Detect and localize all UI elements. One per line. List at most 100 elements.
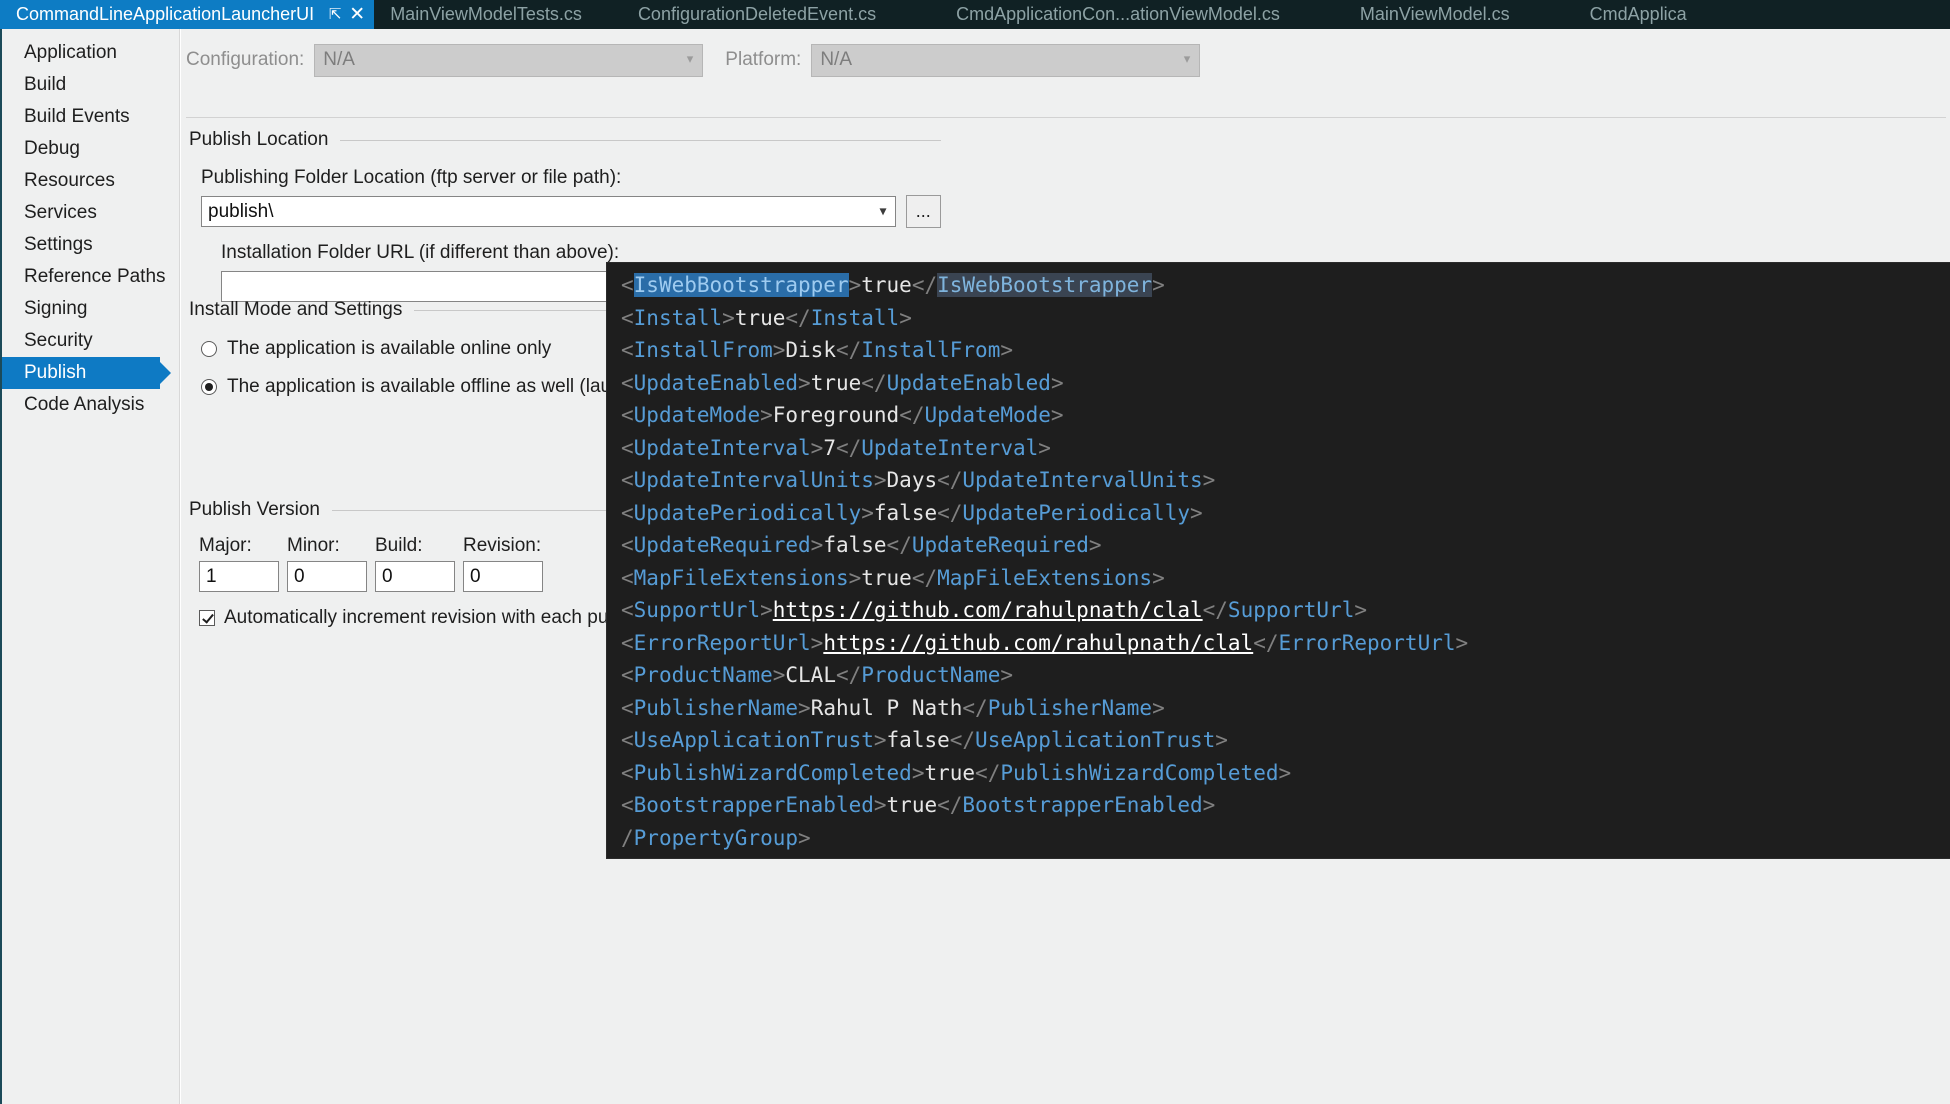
xml-line: <ProductName>CLAL</ProductName> xyxy=(621,663,1013,687)
configuration-select[interactable]: N/A ▾ xyxy=(314,43,704,77)
sidebar-item-label: Code Analysis xyxy=(24,394,145,415)
version-revision-label: Revision: xyxy=(463,535,542,556)
xml-line: <UpdateInterval>7</UpdateInterval> xyxy=(621,435,1051,460)
xml-line: <InstallFrom>Disk</InstallFrom> xyxy=(621,338,1013,362)
version-field-revision: Revision: 0 xyxy=(463,535,543,592)
installation-url-label: Installation Folder URL (if different th… xyxy=(221,242,620,263)
support-url-link[interactable]: https://github.com/rahulpnath/clal xyxy=(773,598,1203,622)
version-build-label: Build: xyxy=(375,535,423,556)
section-divider xyxy=(186,117,1946,118)
sidebar-item-label: Publish xyxy=(24,362,87,383)
publish-location-title: Publish Location xyxy=(189,129,329,150)
configuration-value: N/A xyxy=(323,49,355,70)
version-revision-value: 0 xyxy=(470,565,481,587)
sidebar-item-label: Signing xyxy=(24,298,88,319)
sidebar-item-label: Build xyxy=(24,74,67,95)
version-field-major: Major: 1 xyxy=(199,535,279,592)
properties-sidebar: Application Build Build Events Debug Res… xyxy=(0,29,180,1104)
editor-tab-strip: CommandLineApplicationLauncherUI ⇱ ✕ Mai… xyxy=(0,0,1950,29)
chevron-down-icon: ▾ xyxy=(1183,51,1191,67)
sidebar-item-application[interactable]: Application xyxy=(2,37,179,69)
tab-label: MainViewModelTests.cs xyxy=(390,4,582,24)
sidebar-item-signing[interactable]: Signing xyxy=(2,293,179,325)
sidebar-item-reference-paths[interactable]: Reference Paths xyxy=(2,261,179,293)
publish-location-header: Publish Location xyxy=(189,129,941,151)
xml-preview-overlay[interactable]: <IsWebBootstrapper>true</IsWebBootstrapp… xyxy=(607,263,1950,858)
sidebar-item-services[interactable]: Services xyxy=(2,197,179,229)
configuration-platform-row: Configuration: N/A ▾ Platform: N/A ▾ xyxy=(181,29,1950,91)
sidebar-item-build-events[interactable]: Build Events xyxy=(2,101,179,133)
tab-label: ConfigurationDeletedEvent.cs xyxy=(637,4,877,24)
tab-cmd-application-overflow[interactable]: CmdApplica xyxy=(1550,0,1703,29)
xml-line: <UpdatePeriodically>false</UpdatePeriodi… xyxy=(621,500,1203,525)
sidebar-item-resources[interactable]: Resources xyxy=(2,165,179,197)
publishing-folder-label: Publishing Folder Location (ftp server o… xyxy=(201,167,622,188)
checkbox-icon-checked xyxy=(199,610,215,626)
sidebar-item-label: Build Events xyxy=(24,106,130,127)
radio-online-only-label: The application is available online only xyxy=(227,338,552,359)
tab-main-view-model[interactable]: MainViewModel.cs xyxy=(1320,0,1550,29)
xml-line: <PublisherName>Rahul P Nath</PublisherNa… xyxy=(621,695,1165,720)
version-major-input[interactable]: 1 xyxy=(199,561,279,592)
sidebar-item-publish[interactable]: Publish xyxy=(2,357,171,389)
sidebar-item-label: Reference Paths xyxy=(24,266,166,287)
version-minor-value: 0 xyxy=(294,565,305,587)
auto-increment-revision-label: Automatically increment revision with ea… xyxy=(224,607,648,628)
sidebar-item-settings[interactable]: Settings xyxy=(2,229,179,261)
xml-line: /PropertyGroup> xyxy=(621,825,811,850)
chevron-down-icon[interactable]: ▾ xyxy=(880,202,887,219)
sidebar-item-label: Resources xyxy=(24,170,115,191)
tab-command-line-application-launcher-ui[interactable]: CommandLineApplicationLauncherUI ⇱ ✕ xyxy=(0,0,375,29)
xml-line: <UpdateIntervalUnits>Days</UpdateInterva… xyxy=(621,468,1216,492)
xml-line: <UpdateEnabled>true</UpdateEnabled> xyxy=(621,370,1064,395)
xml-line: <Install>true</Install> xyxy=(621,305,912,330)
publishing-folder-field: Publishing Folder Location (ftp server o… xyxy=(201,167,941,228)
sidebar-item-security[interactable]: Security xyxy=(2,325,179,357)
sidebar-item-build[interactable]: Build xyxy=(2,69,179,101)
group-rule xyxy=(340,139,941,141)
xml-line: <UpdateRequired>false</UpdateRequired> xyxy=(621,533,1102,557)
sidebar-item-label: Services xyxy=(24,202,97,223)
version-field-build: Build: 0 xyxy=(375,535,455,592)
xml-line: <MapFileExtensions>true</MapFileExtensio… xyxy=(621,565,1165,590)
xml-line: <PublishWizardCompleted>true</PublishWiz… xyxy=(621,760,1292,785)
version-build-value: 0 xyxy=(382,565,393,587)
platform-value: N/A xyxy=(820,49,853,70)
platform-select[interactable]: N/A ▾ xyxy=(811,43,1201,77)
xml-line: <IsWebBootstrapper>true</IsWebBootstrapp… xyxy=(621,273,1165,297)
sidebar-item-debug[interactable]: Debug xyxy=(2,133,179,165)
sidebar-item-code-analysis[interactable]: Code Analysis xyxy=(2,389,179,421)
xml-line: <UseApplicationTrust>false</UseApplicati… xyxy=(621,728,1228,752)
sidebar-item-label: Application xyxy=(24,42,117,63)
version-field-minor: Minor: 0 xyxy=(287,535,367,592)
error-report-url-link[interactable]: https://github.com/rahulpnath/clal xyxy=(823,631,1253,655)
publishing-folder-value: publish\ xyxy=(208,200,274,222)
version-minor-label: Minor: xyxy=(287,535,340,556)
publishing-folder-input[interactable]: publish\ ▾ xyxy=(201,196,896,227)
publish-version-title: Publish Version xyxy=(189,499,320,520)
tab-cmd-application-configuration-view-model[interactable]: CmdApplicationCon...ationViewModel.cs xyxy=(916,0,1320,29)
tab-main-view-model-tests[interactable]: MainViewModelTests.cs xyxy=(374,0,598,29)
version-major-label: Major: xyxy=(199,535,252,556)
tab-label: CmdApplicationCon...ationViewModel.cs xyxy=(956,4,1280,24)
xml-line: <UpdateMode>Foreground</UpdateMode> xyxy=(621,403,1064,427)
version-build-input[interactable]: 0 xyxy=(375,561,455,592)
sidebar-item-label: Settings xyxy=(24,234,93,255)
tab-configuration-deleted-event[interactable]: ConfigurationDeletedEvent.cs xyxy=(598,0,916,29)
xml-line: <BootstrapperEnabled>true</BootstrapperE… xyxy=(621,793,1216,817)
publishing-folder-browse-button[interactable]: ... xyxy=(905,195,941,228)
pin-icon[interactable]: ⇱ xyxy=(324,0,346,29)
tab-label: CommandLineApplicationLauncherUI xyxy=(16,4,315,24)
tab-label: CmdApplica xyxy=(1589,4,1687,24)
sidebar-item-label: Security xyxy=(24,330,93,351)
install-mode-title: Install Mode and Settings xyxy=(189,299,403,320)
close-icon[interactable]: ✕ xyxy=(346,0,368,29)
radio-icon xyxy=(201,341,217,357)
xml-line: <SupportUrl>https://github.com/rahulpnat… xyxy=(621,598,1368,622)
version-minor-input[interactable]: 0 xyxy=(287,561,367,592)
version-major-value: 1 xyxy=(206,565,217,587)
sidebar-item-label: Debug xyxy=(24,138,80,159)
tab-label: MainViewModel.cs xyxy=(1359,4,1510,24)
platform-label: Platform: xyxy=(725,49,802,70)
version-revision-input[interactable]: 0 xyxy=(463,561,543,592)
